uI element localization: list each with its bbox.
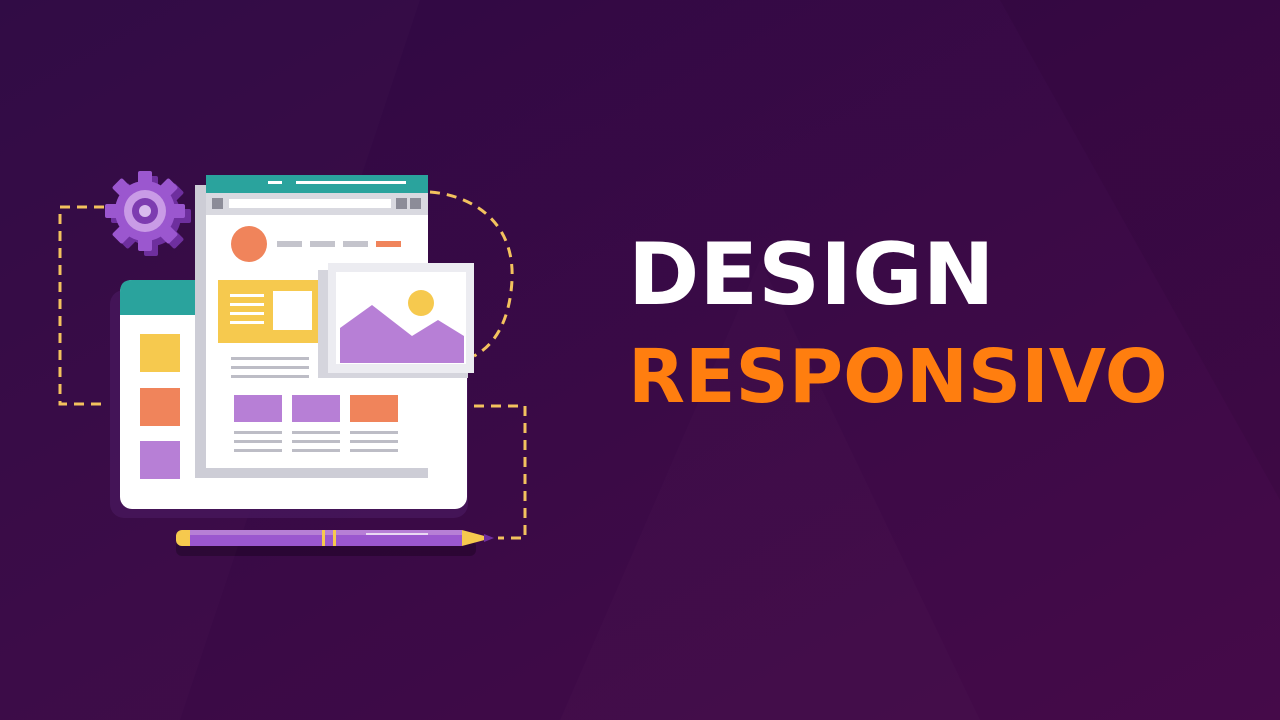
pencil-icon — [176, 530, 494, 556]
tablet-block-yellow — [140, 334, 180, 372]
banner-canvas: DESIGN RESPONSIVO — [0, 0, 1280, 720]
headline: DESIGN RESPONSIVO — [628, 232, 1168, 414]
nav-item-active — [376, 241, 401, 247]
nav-item — [343, 241, 368, 247]
avatar-circle — [231, 226, 267, 262]
headline-line-responsivo: RESPONSIVO — [628, 334, 1168, 420]
sun — [408, 290, 434, 316]
grid-card — [350, 395, 398, 422]
nav-item — [277, 241, 302, 247]
tablet-block-orange — [140, 388, 180, 426]
nav-item — [310, 241, 335, 247]
image-icon — [318, 263, 474, 378]
tablet-block-lilac — [140, 441, 180, 479]
grid-card — [292, 395, 340, 422]
browser-address-bar — [229, 199, 391, 208]
grid-card — [234, 395, 282, 422]
headline-line-design: DESIGN — [628, 225, 995, 325]
